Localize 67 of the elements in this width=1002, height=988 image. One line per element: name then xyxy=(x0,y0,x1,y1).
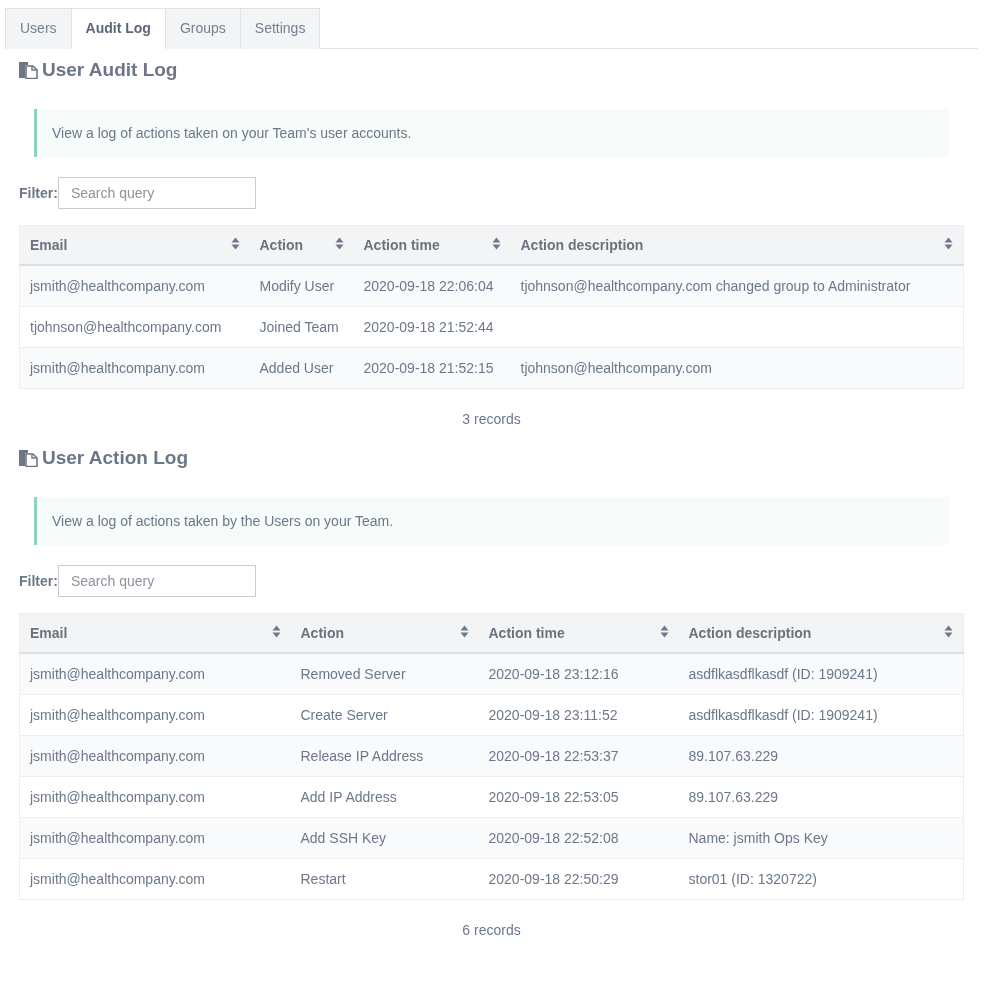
table-cell: Removed Server xyxy=(300,666,406,682)
table-cell: jsmith@healthcompany.com xyxy=(30,666,206,682)
filter-label: Filter: xyxy=(19,573,58,589)
sort-icon[interactable] xyxy=(659,625,669,638)
table-cell: asdflkasdflkasdf (ID: 1909241) xyxy=(688,666,878,682)
table-cell: Joined Team xyxy=(259,319,339,335)
table-cell: jsmith@healthcompany.com xyxy=(30,830,206,846)
column-header[interactable]: Action description xyxy=(520,237,644,253)
sort-icon[interactable] xyxy=(944,237,953,250)
table-cell: tjohnson@healthcompany.com xyxy=(520,360,712,376)
table-cell: jsmith@healthcompany.com xyxy=(30,278,206,294)
table-cell: Add SSH Key xyxy=(300,830,387,846)
table-cell: tjohnson@healthcompany.com xyxy=(30,319,222,335)
tab[interactable]: Settings xyxy=(240,8,321,49)
table-cell: jsmith@healthcompany.com xyxy=(30,360,206,376)
table-cell: 2020-09-18 21:52:15 xyxy=(363,360,494,376)
table-cell: 2020-09-18 22:50:29 xyxy=(488,871,619,887)
table-cell: Create Server xyxy=(300,707,388,723)
table-cell: Added User xyxy=(259,360,334,376)
sort-icon[interactable] xyxy=(271,625,281,638)
sort-icon[interactable] xyxy=(944,625,953,638)
table-cell: 2020-09-18 22:53:05 xyxy=(488,789,619,805)
table-cell: 2020-09-18 22:52:08 xyxy=(488,830,619,846)
table-cell: 2020-09-18 22:53:37 xyxy=(488,748,619,764)
tab[interactable]: Users xyxy=(5,8,72,49)
column-header[interactable]: Action time xyxy=(363,237,440,253)
filter-label: Filter: xyxy=(19,185,58,201)
record-count: 6 records xyxy=(461,922,522,938)
table-cell: jsmith@healthcompany.com xyxy=(30,707,206,723)
info-message: View a log of actions taken on your Team's user accounts. xyxy=(34,109,949,157)
column-header[interactable]: Action xyxy=(300,625,345,641)
column-header[interactable]: Email xyxy=(30,237,68,253)
table-cell: 89.107.63.229 xyxy=(688,748,779,764)
table-cell: asdflkasdflkasdf (ID: 1909241) xyxy=(688,707,878,723)
table-cell: Release IP Address xyxy=(300,748,424,764)
tab[interactable]: Groups xyxy=(165,8,241,49)
table-cell: jsmith@healthcompany.com xyxy=(30,748,206,764)
sort-icon[interactable] xyxy=(334,237,344,250)
table-cell: 2020-09-18 21:52:44 xyxy=(363,319,494,335)
sort-icon[interactable] xyxy=(459,625,469,638)
documents-icon xyxy=(19,449,38,467)
record-count: 3 records xyxy=(461,411,522,427)
table-cell: Name: jsmith Ops Key xyxy=(688,830,828,846)
table-cell: tjohnson@healthcompany.com changed group to Administrator xyxy=(520,278,911,294)
section-title: User Action Log xyxy=(42,447,189,469)
column-header[interactable]: Action description xyxy=(688,625,812,641)
sort-icon[interactable] xyxy=(230,237,240,250)
tab[interactable]: Audit Log xyxy=(71,8,166,49)
table-cell: 2020-09-18 23:11:52 xyxy=(488,707,618,723)
documents-icon xyxy=(19,61,38,79)
table-cell: jsmith@healthcompany.com xyxy=(30,871,206,887)
table-cell: Modify User xyxy=(259,278,335,294)
column-header[interactable]: Action time xyxy=(488,625,565,641)
sort-icon[interactable] xyxy=(491,237,501,250)
search-field[interactable]: Search query xyxy=(57,565,256,597)
column-header[interactable]: Action xyxy=(259,237,304,253)
table-cell: jsmith@healthcompany.com xyxy=(30,789,206,805)
section-title: User Audit Log xyxy=(42,59,178,81)
table-cell: stor01 (ID: 1320722) xyxy=(688,871,817,887)
search-field[interactable]: Search query xyxy=(57,177,256,209)
table-cell: 2020-09-18 23:12:16 xyxy=(488,666,619,682)
table-cell: Restart xyxy=(300,871,346,887)
table-cell: 89.107.63.229 xyxy=(688,789,779,805)
column-header[interactable]: Email xyxy=(30,625,68,641)
info-message: View a log of actions taken by the Users on your Team. xyxy=(34,497,949,545)
table-cell: 2020-09-18 22:06:04 xyxy=(363,278,494,294)
table-cell: Add IP Address xyxy=(300,789,397,805)
